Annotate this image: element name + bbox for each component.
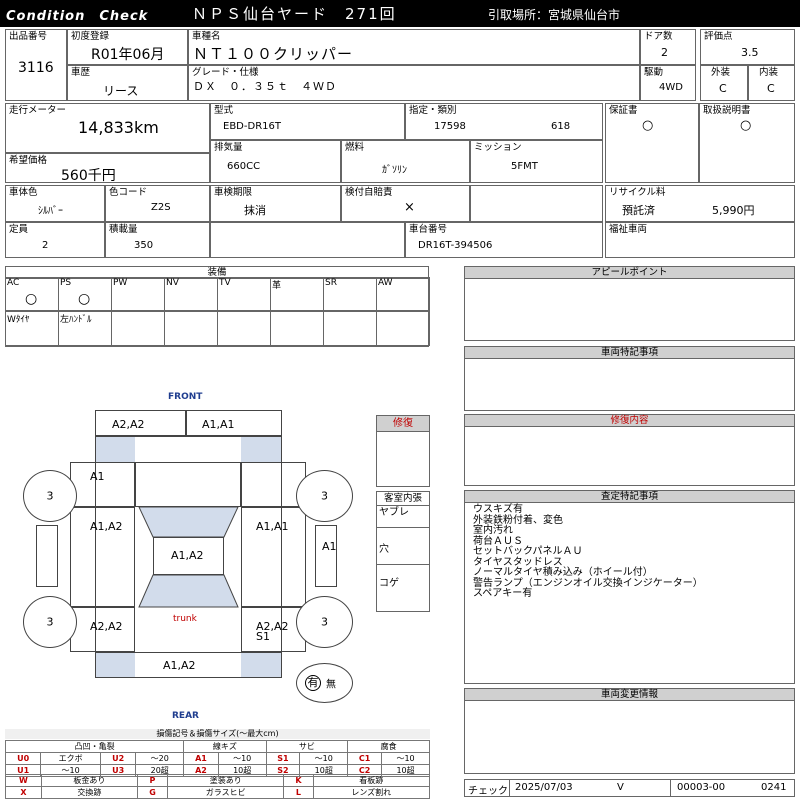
right-side-damage: A1 [322,540,337,553]
legend-group-dent: 凸凹・亀裂 [4,740,185,753]
legend-group-corrosion: 腐食 [347,740,430,753]
legend-cell: K [283,774,314,787]
legend-cell: S1 [265,752,301,765]
legend-cell: ～20 [135,752,185,765]
legend-cell: ～10 [299,752,349,765]
footer-bar: チェック 2025/07/03 V 00003-00 0241 [464,779,795,797]
legend-cell: A1 [183,752,219,765]
spare-yes: 有 [305,675,321,691]
legend-title: 損傷記号＆損傷サイズ(～最大cm) [5,729,430,739]
tyre-rr-value: 3 [321,615,328,629]
legend-cell: U2 [100,752,137,765]
legend-cell: W [5,774,42,787]
tyre-rear-right: 3 [296,596,353,648]
check-number: 0241 [761,782,787,793]
windshield-glass [138,506,239,608]
spare-none: 無 [326,679,336,691]
legend-cell: P [136,774,169,787]
legend-cell: 交換跡 [40,786,138,799]
check-code: 00003-00 [677,782,726,793]
legend-cell: C1 [347,752,383,765]
check-label: チェック [468,786,508,797]
legend-table: 凸凹・亀裂 線キズ サビ 腐食 U0 エクボ U2 ～20 A1 ～10 S1 ～10 C1 ～1… [4,740,430,777]
left-door-damage: A1,A2 [90,520,123,533]
legend-table-2: W 板金あり P 塗装あり K 看板跡 X 交換跡 G ガラスヒビ L レンズ割れ [5,774,431,799]
legend-cell: エクボ [40,752,102,765]
trunk-label: trunk [173,614,197,624]
legend-cell: ～10 [217,752,267,765]
legend-cell: U0 [4,752,42,765]
right-rear-rust: S1 [256,630,270,643]
rear-bumper-damage: A1,A2 [163,659,196,672]
tyre-front-left: 3 [23,470,77,522]
left-rear-damage: A2,A2 [90,620,123,633]
check-date: 2025/07/03 [515,782,573,793]
tyre-rl-value: 3 [46,615,54,629]
legend-cell: ～10 [381,752,430,765]
legend-cell: L [283,786,314,799]
legend-cell: 看板跡 [312,774,431,787]
legend-cell: レンズ割れ [312,786,431,799]
legend-group-rust: サビ [265,740,349,753]
left-fender-damage: A1 [90,470,105,483]
legend-cell: ガラスヒビ [167,786,285,799]
tyre-fl-value: 3 [46,489,54,503]
spare-tyre: 有 無 [296,663,353,703]
roof-damage: A1,A2 [171,549,204,562]
legend-cell: 板金あり [40,774,138,787]
tyre-rear-left: 3 [23,596,77,648]
legend-cell: G [136,786,169,799]
tyre-fr-value: 3 [321,489,328,503]
legend-cell: X [5,786,42,799]
tyre-front-right: 3 [296,470,353,522]
legend-group-scratch: 線キズ [183,740,267,753]
check-mark: V [617,782,624,793]
right-door-damage: A1,A1 [256,520,289,533]
legend-cell: 塗装あり [167,774,285,787]
